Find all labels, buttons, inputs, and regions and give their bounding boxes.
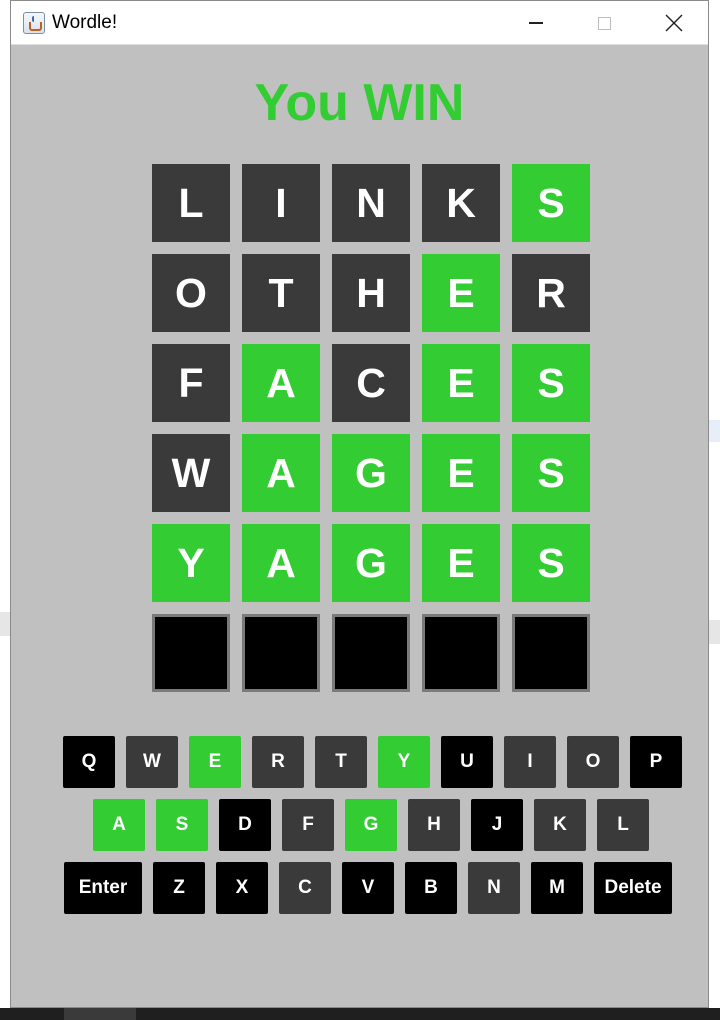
letter-tile: E (422, 524, 500, 602)
key-h[interactable]: H (408, 799, 460, 851)
letter-tile: Y (152, 524, 230, 602)
letter-tile: R (512, 254, 590, 332)
key-x[interactable]: X (216, 862, 268, 914)
key-f[interactable]: F (282, 799, 334, 851)
background-app-right (709, 0, 720, 1008)
enter-key[interactable]: Enter (64, 862, 142, 914)
title-bar[interactable]: Wordle! (11, 1, 708, 45)
java-cup-icon (23, 12, 45, 34)
key-v[interactable]: V (342, 862, 394, 914)
key-c[interactable]: C (279, 862, 331, 914)
key-o[interactable]: O (567, 736, 619, 788)
letter-tile: K (422, 164, 500, 242)
letter-tile: S (512, 524, 590, 602)
wordle-window: Wordle! You WIN LINKSOTHERFACESWAGESYAGE… (10, 0, 709, 1008)
letter-tile: S (512, 344, 590, 422)
key-z[interactable]: Z (153, 862, 205, 914)
key-m[interactable]: M (531, 862, 583, 914)
delete-key[interactable]: Delete (594, 862, 672, 914)
key-u[interactable]: U (441, 736, 493, 788)
letter-tile: G (332, 524, 410, 602)
letter-tile: L (152, 164, 230, 242)
letter-tile: I (242, 164, 320, 242)
letter-tile: N (332, 164, 410, 242)
letter-tile: F (152, 344, 230, 422)
empty-tile (422, 614, 500, 692)
key-e[interactable]: E (189, 736, 241, 788)
key-k[interactable]: K (534, 799, 586, 851)
minimize-button[interactable] (513, 1, 559, 45)
taskbar-item[interactable] (64, 1008, 136, 1020)
key-w[interactable]: W (126, 736, 178, 788)
key-d[interactable]: D (219, 799, 271, 851)
empty-tile (512, 614, 590, 692)
taskbar (0, 1008, 720, 1020)
minimize-icon (529, 22, 543, 24)
letter-tile: A (242, 524, 320, 602)
empty-tile (152, 614, 230, 692)
background-selection-right (709, 620, 720, 644)
key-n[interactable]: N (468, 862, 520, 914)
key-l[interactable]: L (597, 799, 649, 851)
key-g[interactable]: G (345, 799, 397, 851)
letter-tile: E (422, 254, 500, 332)
key-a[interactable]: A (93, 799, 145, 851)
background-highlight-right (709, 420, 720, 442)
key-y[interactable]: Y (378, 736, 430, 788)
close-button[interactable] (651, 1, 697, 45)
maximize-button[interactable] (581, 1, 627, 45)
letter-tile: W (152, 434, 230, 512)
maximize-icon (597, 16, 611, 30)
key-s[interactable]: S (156, 799, 208, 851)
key-r[interactable]: R (252, 736, 304, 788)
letter-tile: O (152, 254, 230, 332)
letter-tile: E (422, 344, 500, 422)
letter-tile: H (332, 254, 410, 332)
key-i[interactable]: I (504, 736, 556, 788)
key-p[interactable]: P (630, 736, 682, 788)
letter-tile: A (242, 344, 320, 422)
letter-tile: A (242, 434, 320, 512)
empty-tile (332, 614, 410, 692)
letter-tile: T (242, 254, 320, 332)
empty-tile (242, 614, 320, 692)
letter-tile: G (332, 434, 410, 512)
result-headline: You WIN (254, 74, 465, 132)
key-j[interactable]: J (471, 799, 523, 851)
letter-tile: S (512, 164, 590, 242)
close-icon (665, 14, 683, 32)
letter-tile: E (422, 434, 500, 512)
key-q[interactable]: Q (63, 736, 115, 788)
key-b[interactable]: B (405, 862, 457, 914)
letter-tile: C (332, 344, 410, 422)
window-title: Wordle! (52, 12, 118, 33)
key-t[interactable]: T (315, 736, 367, 788)
letter-tile: S (512, 434, 590, 512)
